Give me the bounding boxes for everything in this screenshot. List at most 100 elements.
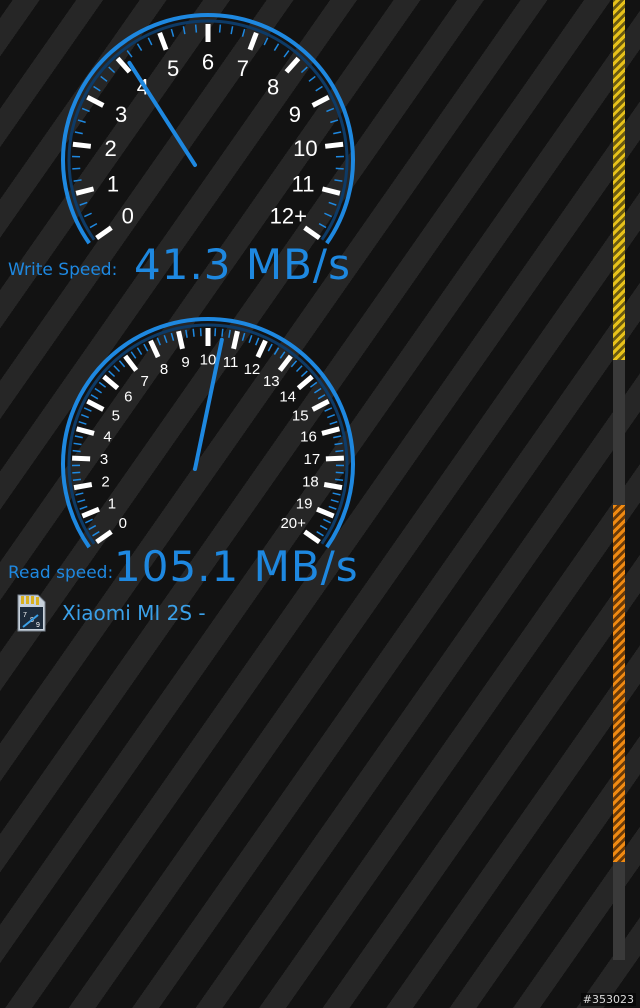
read-scale-label: 18 [302,474,319,491]
write-minor-tick [328,201,337,206]
read-minor-tick [300,370,308,378]
write-scale-label: 2 [105,136,117,161]
read-minor-tick [156,337,162,346]
scrollbar[interactable] [613,0,625,960]
write-minor-tick [170,28,175,37]
read-minor-tick [79,505,88,510]
write-scale-label: 5 [167,56,179,81]
svg-text:9: 9 [36,622,40,629]
read-minor-tick [143,343,149,352]
write-minor-tick [326,107,335,113]
read-major-tick [323,482,343,491]
read-scale-label: 19 [296,495,313,512]
write-major-tick [303,225,321,241]
read-scale-label: 10 [200,352,217,369]
write-minor-tick [79,201,88,206]
read-major-tick [255,339,268,359]
read-scale-label: 13 [263,373,280,390]
write-major-tick [95,225,113,241]
write-minor-tick [72,167,81,170]
write-minor-tick [230,26,234,35]
read-minor-tick [77,499,86,503]
read-minor-tick [335,449,344,453]
read-major-tick [303,529,321,545]
write-scale-label: 12+ [270,204,307,229]
write-minor-tick [308,75,316,82]
read-scale-label: 2 [101,474,109,491]
read-minor-tick [118,360,126,368]
device-row[interactable]: 7 8 9 Xiaomi MI 2S - [14,592,206,634]
write-minor-tick [108,66,116,74]
write-minor-tick [73,179,82,182]
write-minor-tick [241,28,246,37]
read-scale-label: 12 [244,361,261,378]
read-minor-tick [113,365,121,373]
read-scale-label: 5 [112,407,120,424]
read-scale-label: 20+ [280,515,306,532]
read-minor-tick [329,420,338,425]
write-scale-label: 1 [107,171,119,196]
write-major-tick [115,56,132,74]
read-minor-tick [228,329,231,338]
read-major-tick [81,506,100,519]
write-minor-tick [74,131,83,135]
read-minor-tick [332,492,341,496]
read-minor-tick [90,394,99,400]
read-minor-tick [98,381,107,388]
read-speed-label: Read speed: [8,563,114,583]
write-minor-tick [93,85,101,92]
read-major-tick [277,354,293,372]
read-minor-tick [323,518,331,524]
write-minor-tick [218,24,222,33]
write-major-tick [284,56,301,74]
write-minor-tick [81,107,90,113]
read-minor-tick [85,518,93,524]
write-minor-tick [147,37,153,46]
read-major-tick [321,426,341,436]
write-major-tick [72,141,92,149]
read-minor-tick [72,471,81,474]
read-major-tick [311,398,330,412]
read-major-tick [231,330,240,350]
read-major-tick [123,354,139,372]
read-minor-tick [185,329,188,338]
write-minor-tick [100,75,108,82]
read-scale-label: 4 [103,429,111,446]
read-scale-label: 1 [108,495,116,512]
read-scale-label: 9 [181,354,189,371]
read-minor-tick [72,449,81,453]
read-major-tick [102,374,120,391]
write-minor-tick [334,179,343,182]
read-scale-label: 8 [160,361,168,378]
read-minor-tick [248,334,253,344]
read-minor-tick [314,387,322,394]
write-minor-tick [335,167,344,170]
write-speed-value: 41.3 MB/s [134,240,351,289]
write-major-tick [157,32,169,51]
write-minor-tick [315,85,323,92]
write-minor-tick [194,24,198,33]
read-scale-label: 3 [100,451,108,468]
write-minor-tick [182,26,186,35]
device-name: Xiaomi MI 2S - [62,601,206,625]
read-major-tick [325,455,344,462]
write-scale-label: 0 [122,204,134,229]
write-minor-tick [333,131,342,135]
scrollbar-segment-bottom [613,505,625,862]
read-minor-tick [279,351,286,359]
read-minor-tick [108,370,116,378]
read-scale-label: 11 [223,354,239,371]
read-minor-tick [334,442,343,446]
write-minor-tick [263,37,269,46]
write-speed-label: Write Speed: [8,260,118,280]
read-minor-tick [295,365,303,373]
write-minor-tick [300,66,308,74]
sd-card-icon: 7 8 9 [17,594,46,632]
read-minor-tick [309,381,318,388]
read-minor-tick [319,524,328,531]
read-minor-tick [335,471,344,474]
read-major-tick [176,330,185,350]
read-speed-gauge: 012345678 9 10 11 121314151617181920+ [61,317,355,549]
write-minor-tick [84,212,92,218]
write-minor-tick [126,50,133,58]
